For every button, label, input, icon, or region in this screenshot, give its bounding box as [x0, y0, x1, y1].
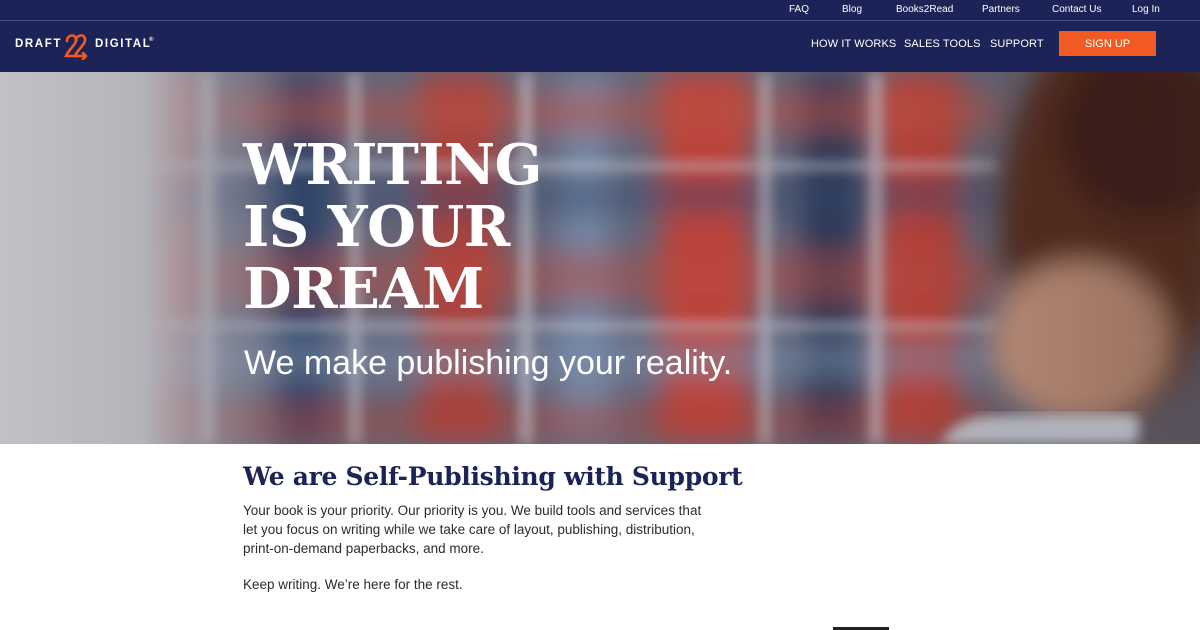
- section-heading: We are Self-Publishing with Support: [243, 462, 743, 491]
- blog-link[interactable]: Blog: [842, 4, 862, 15]
- hero-title: WRITING IS YOUR DREAM: [243, 134, 743, 320]
- hero-title-line: IS YOUR: [243, 194, 510, 260]
- logo-registered-mark: ®: [149, 37, 154, 43]
- hero-subtitle: We make publishing your reality.: [244, 344, 733, 382]
- logo-2-mark-icon: [64, 34, 88, 60]
- hero-title-line: DREAM: [243, 256, 484, 322]
- draft2digital-logo[interactable]: DRAFT DIGITAL ®: [15, 32, 155, 60]
- intro-section: We are Self-Publishing with Support Your…: [243, 462, 743, 594]
- partners-link[interactable]: Partners: [982, 4, 1020, 15]
- nav-support[interactable]: SUPPORT: [990, 38, 1044, 50]
- site-header: FAQ Blog Books2Read Partners Contact Us …: [0, 0, 1200, 72]
- logo-draft-text: DRAFT: [15, 38, 62, 50]
- sign-up-button[interactable]: SIGN UP: [1059, 31, 1156, 56]
- intro-paragraph: Your book is your priority. Our priority…: [243, 503, 702, 556]
- tagline-paragraph: Keep writing. We’re here for the rest.: [243, 577, 463, 592]
- nav-sales-tools[interactable]: SALES TOOLS: [904, 38, 981, 50]
- hero-banner: WRITING IS YOUR DREAM We make publishing…: [0, 72, 1200, 444]
- utility-nav: FAQ Blog Books2Read Partners Contact Us …: [0, 0, 1200, 21]
- books2read-link[interactable]: Books2Read: [896, 4, 953, 15]
- log-in-link[interactable]: Log In: [1132, 4, 1160, 15]
- nav-how-it-works[interactable]: HOW IT WORKS: [811, 38, 896, 50]
- hero-title-line: WRITING: [243, 132, 543, 198]
- contact-us-link[interactable]: Contact Us: [1052, 4, 1101, 15]
- faq-link[interactable]: FAQ: [789, 4, 809, 15]
- logo-digital-text: DIGITAL: [95, 38, 152, 50]
